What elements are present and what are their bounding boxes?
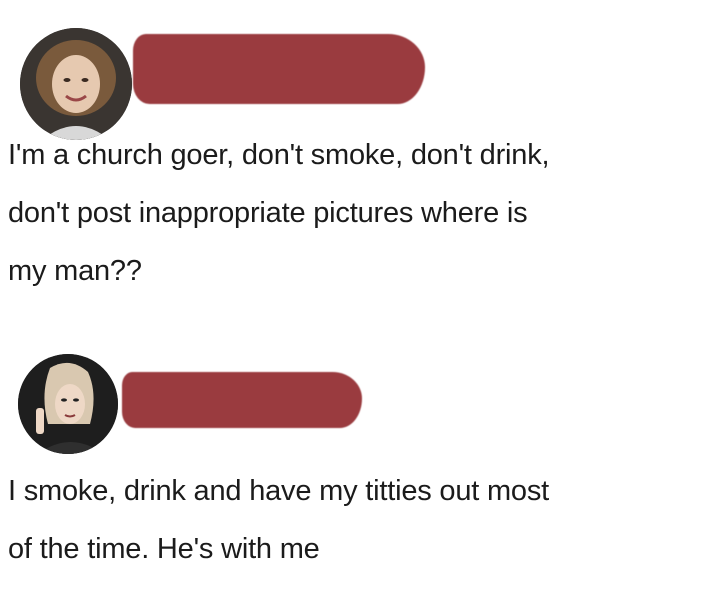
post-text: I'm a church goer, don't smoke, don't dr… [8, 139, 550, 287]
post-church-goer: I'm a church goer, don't smoke, don't dr… [0, 0, 720, 320]
profile-avatar[interactable] [20, 28, 132, 140]
profile-avatar[interactable] [18, 354, 118, 454]
redacted-username [122, 372, 362, 428]
avatar-photo-icon [20, 28, 132, 140]
post-text: I smoke, drink and have my titties out m… [8, 475, 550, 565]
avatar-photo-icon [18, 354, 118, 454]
redacted-username [133, 34, 425, 104]
post-reply: I smoke, drink and have my titties out m… [0, 330, 720, 593]
